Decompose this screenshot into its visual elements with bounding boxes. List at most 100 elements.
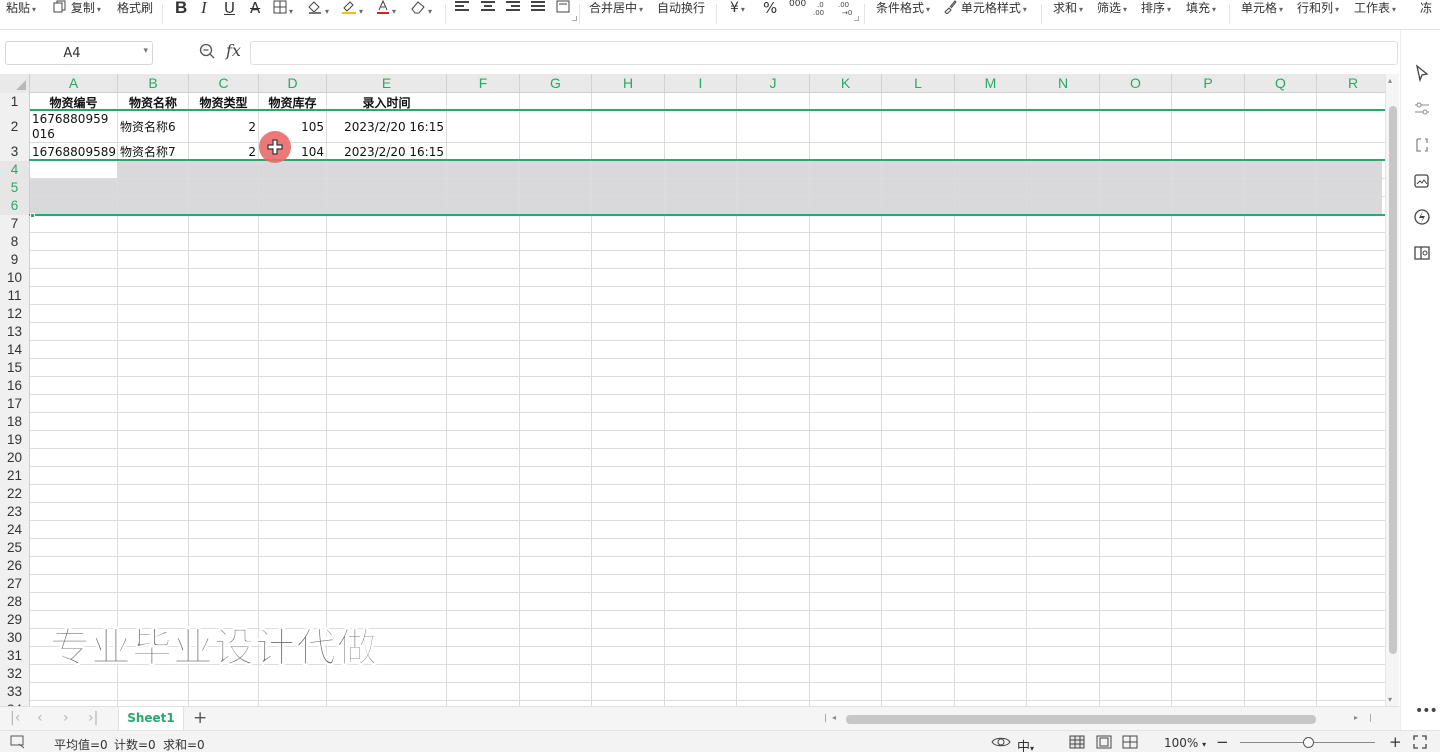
row-header-12[interactable]: 12 — [0, 305, 29, 323]
row-header-32[interactable]: 32 — [0, 665, 29, 683]
clear-format-button[interactable]: ▾ — [410, 0, 432, 24]
row-header-21[interactable]: 21 — [0, 467, 29, 485]
row-header-8[interactable]: 8 — [0, 233, 29, 251]
cell-c1[interactable]: 物资类型 — [191, 96, 256, 110]
row-header-31[interactable]: 31 — [0, 647, 29, 665]
fill-handle[interactable] — [30, 213, 35, 218]
horizontal-scroll-thumb[interactable] — [846, 715, 1316, 724]
scroll-right-icon[interactable]: | — [1369, 713, 1372, 722]
row-header-9[interactable]: 9 — [0, 251, 29, 269]
font-color-button[interactable]: ▾ — [376, 0, 396, 24]
dialog-launcher-icon[interactable] — [854, 16, 859, 21]
more-options-icon[interactable]: ••• — [1415, 703, 1438, 719]
row-header-33[interactable]: 33 — [0, 683, 29, 701]
currency-button[interactable]: ¥ ▾ — [730, 0, 745, 24]
worksheet-button[interactable]: 工作表 ▾ — [1354, 0, 1396, 24]
bold-button[interactable]: B — [175, 0, 187, 24]
tab-sheet1[interactable]: Sheet1 — [118, 707, 184, 730]
normal-view-icon[interactable] — [1069, 735, 1085, 749]
language-indicator[interactable]: 中▾ — [1017, 736, 1034, 752]
scroll-up-icon[interactable]: ▴ — [1388, 76, 1392, 85]
column-header-i[interactable]: I — [665, 74, 737, 93]
spreadsheet-grid[interactable]: ABCDEFGHIJKLMNOPQR 1 2 3 4 5 6 7 8 9 10 11 12 13 14 15… — [0, 74, 1385, 706]
book-icon[interactable] — [1413, 244, 1431, 262]
cell-c2[interactable]: 2 — [191, 120, 256, 134]
column-header-o[interactable]: O — [1100, 74, 1172, 93]
scroll-right-arrow-icon[interactable]: ▸ — [1354, 713, 1358, 722]
column-header-f[interactable]: F — [447, 74, 520, 93]
column-header-r[interactable]: R — [1317, 74, 1385, 93]
cell-b3[interactable]: 物资名称7 — [120, 145, 186, 159]
column-header-c[interactable]: C — [189, 74, 259, 93]
row-header-4[interactable]: 4 — [0, 161, 29, 179]
copy-button[interactable]: 复制 ▾ — [53, 0, 101, 24]
format-painter-button[interactable]: 格式刷 — [117, 0, 153, 24]
strikethrough-button[interactable]: A — [250, 0, 260, 24]
italic-button[interactable]: I — [201, 0, 207, 24]
cell-a3[interactable]: 167688095897 — [32, 145, 115, 159]
column-header-h[interactable]: H — [592, 74, 665, 93]
row-header-29[interactable]: 29 — [0, 611, 29, 629]
zoom-in-button[interactable]: + — [1389, 733, 1402, 751]
row-header-7[interactable]: 7 — [0, 215, 29, 233]
row-header-25[interactable]: 25 — [0, 539, 29, 557]
row-header-6[interactable]: 6 — [0, 197, 29, 215]
wrap-text-button[interactable]: 自动换行 — [657, 0, 705, 24]
align-center-icon[interactable] — [481, 1, 495, 13]
page-layout-icon[interactable] — [1096, 735, 1112, 749]
cell-b1[interactable]: 物资名称 — [120, 96, 186, 110]
column-header-d[interactable]: D — [259, 74, 327, 93]
first-sheet-icon[interactable]: |‹ — [10, 710, 20, 726]
bracket-icon[interactable] — [1413, 136, 1431, 154]
zoom-out-button[interactable]: − — [1216, 733, 1229, 751]
filter-button[interactable]: 筛选 ▾ — [1097, 0, 1127, 24]
column-header-q[interactable]: Q — [1245, 74, 1317, 93]
pointer-icon[interactable] — [1413, 64, 1431, 82]
cell-style-button[interactable]: 单元格样式 ▾ — [943, 0, 1027, 24]
percent-button[interactable]: % — [763, 0, 777, 24]
row-header-13[interactable]: 13 — [0, 323, 29, 341]
align-left-icon[interactable] — [455, 1, 469, 13]
horizontal-scrollbar[interactable]: | ◂ ▸ | — [824, 713, 1372, 725]
zoom-icon[interactable] — [199, 43, 215, 59]
row-header-2[interactable]: 2 — [0, 111, 29, 143]
column-header-j[interactable]: J — [737, 74, 810, 93]
column-header-m[interactable]: M — [955, 74, 1027, 93]
column-header-k[interactable]: K — [810, 74, 882, 93]
lightning-icon[interactable] — [1413, 208, 1431, 226]
row-header-3[interactable]: 3 — [0, 143, 29, 161]
name-box[interactable]: A4 ▾ — [5, 41, 153, 65]
cell-c3[interactable]: 2 — [191, 145, 256, 159]
column-header-g[interactable]: G — [520, 74, 592, 93]
cell-e2[interactable]: 2023/2/20 16:15 — [329, 120, 444, 134]
row-header-10[interactable]: 10 — [0, 269, 29, 287]
cell-button[interactable]: 单元格 ▾ — [1241, 0, 1283, 24]
align-right-icon[interactable] — [506, 1, 520, 13]
select-all-button[interactable] — [0, 74, 30, 93]
macro-icon[interactable] — [10, 735, 26, 749]
row-header-18[interactable]: 18 — [0, 413, 29, 431]
next-sheet-icon[interactable]: › — [63, 710, 69, 726]
paste-button[interactable]: 粘贴 ▾ — [6, 0, 36, 24]
chevron-down-icon[interactable]: ▾ — [143, 46, 148, 56]
conditional-format-button[interactable]: 条件格式 ▾ — [876, 0, 930, 24]
merge-center-button[interactable]: 合并居中 ▾ — [589, 0, 643, 24]
border-button[interactable]: ▾ — [273, 0, 293, 24]
row-header-17[interactable]: 17 — [0, 395, 29, 413]
vertical-scrollbar[interactable]: ▴ ▾ — [1385, 74, 1399, 706]
column-header-e[interactable]: E — [327, 74, 447, 93]
image-edit-icon[interactable] — [1413, 172, 1431, 190]
underline-button[interactable]: U — [224, 0, 235, 24]
vertical-scroll-thumb[interactable] — [1389, 106, 1397, 654]
column-header-p[interactable]: P — [1172, 74, 1245, 93]
freeze-button[interactable]: 冻 — [1420, 0, 1432, 24]
cell-e1[interactable]: 录入时间 — [329, 96, 444, 110]
formula-input[interactable] — [250, 41, 1398, 65]
row-header-19[interactable]: 19 — [0, 431, 29, 449]
fx-icon[interactable]: fx — [226, 41, 241, 60]
row-header-26[interactable]: 26 — [0, 557, 29, 575]
row-header-15[interactable]: 15 — [0, 359, 29, 377]
cell-a2[interactable]: 1676880959016 — [32, 112, 115, 142]
sum-button[interactable]: 求和 ▾ — [1053, 0, 1083, 24]
eye-icon[interactable] — [991, 735, 1011, 749]
